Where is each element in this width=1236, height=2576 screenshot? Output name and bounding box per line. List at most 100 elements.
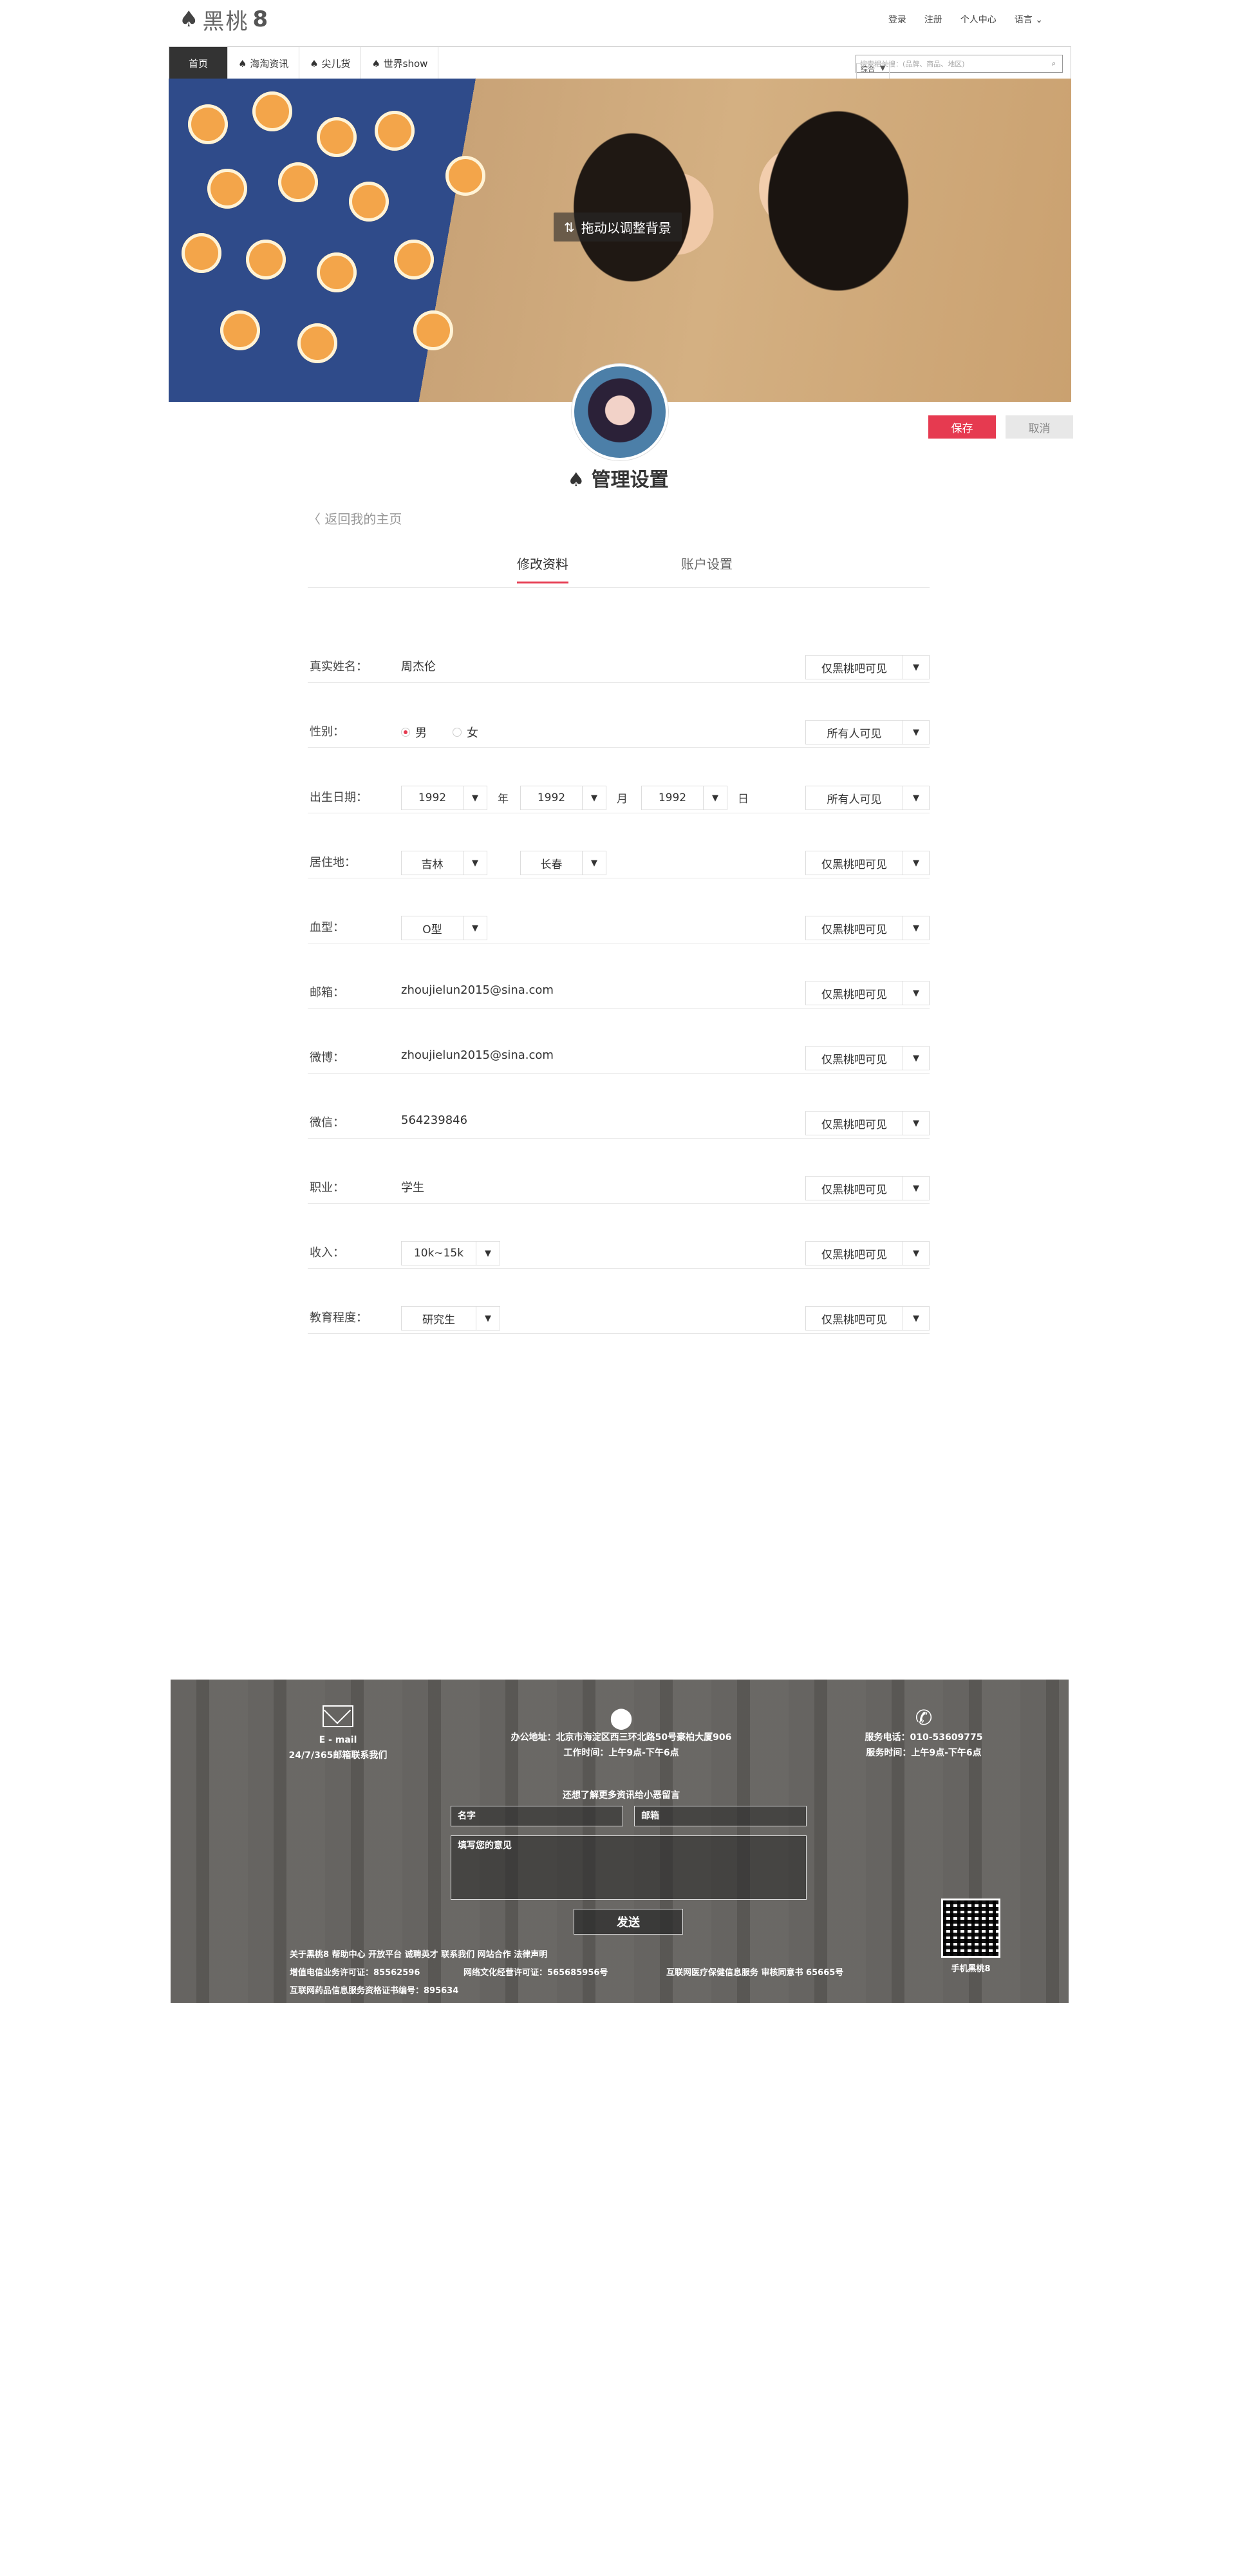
mail-title: E - mail xyxy=(319,1735,357,1745)
birth-year-select[interactable]: 1992 ▼ xyxy=(401,786,487,810)
city-select[interactable]: 长春 ▼ xyxy=(520,851,606,875)
drag-arrows-icon: ⇅ xyxy=(564,219,575,235)
occupation-field[interactable]: 学生 xyxy=(401,1179,424,1195)
register-link[interactable]: 注册 xyxy=(924,13,942,26)
caret-down-icon: ▼ xyxy=(476,1242,500,1265)
app-download-label[interactable]: 手机黑桃8 xyxy=(943,1962,998,1974)
select-value: 1992 xyxy=(537,791,566,804)
login-link[interactable]: 登录 xyxy=(888,13,906,26)
gender-male-radio[interactable]: 男 xyxy=(401,724,427,741)
office-subtitle: 工作时间：上午9点-下午6点 xyxy=(563,1748,679,1758)
caret-down-icon: ▼ xyxy=(903,916,929,940)
birth-month-select[interactable]: 1992 ▼ xyxy=(520,786,606,810)
visibility-select[interactable]: 仅黑桃吧可见 ▼ xyxy=(805,1306,930,1331)
field-label: 邮箱： xyxy=(310,986,344,999)
gender-female-radio[interactable]: 女 xyxy=(453,724,478,741)
field-label: 性别： xyxy=(310,725,344,739)
drag-adjust-hint: ⇅ 拖动以调整背景 xyxy=(554,213,682,242)
visibility-select[interactable]: 仅黑桃吧可见 ▼ xyxy=(805,1176,930,1200)
visibility-select[interactable]: 仅黑桃吧可见 ▼ xyxy=(805,981,930,1005)
office-title: 办公地址：北京市海淀区西三环北路50号豪柏大厦906 xyxy=(510,1732,732,1743)
user-center-link[interactable]: 个人中心 xyxy=(960,13,997,26)
unit-month: 月 xyxy=(617,793,628,806)
wechat-field[interactable]: 564239846 xyxy=(401,1113,467,1127)
visibility-select[interactable]: 仅黑桃吧可见 ▼ xyxy=(805,1046,930,1070)
income-select[interactable]: 10k~15k ▼ xyxy=(401,1241,500,1265)
tab-home[interactable]: 首页 xyxy=(169,47,228,79)
field-label: 收入： xyxy=(310,1246,344,1260)
field-label: 居住地： xyxy=(310,856,356,869)
save-button[interactable]: 保存 xyxy=(928,415,996,439)
email-field[interactable]: zhoujielun2015@sina.com xyxy=(401,983,554,997)
field-label: 出生日期： xyxy=(310,791,368,804)
logo-text: 黑桃 xyxy=(202,8,249,35)
language-select[interactable]: 语言 ⌄ xyxy=(1015,13,1043,26)
footer-name-input[interactable]: 名字 xyxy=(451,1806,623,1826)
visibility-select[interactable]: 所有人可见 ▼ xyxy=(805,720,930,744)
visibility-value: 仅黑桃吧可见 xyxy=(821,1248,887,1262)
page-title-text: 管理设置 xyxy=(591,469,669,491)
name-field[interactable]: 周杰伦 xyxy=(401,658,436,674)
province-select[interactable]: 吉林 ▼ xyxy=(401,851,487,875)
location-pin-icon: ⬤ xyxy=(610,1705,633,1730)
field-label: 微信： xyxy=(310,1116,344,1130)
tab-haitao-news[interactable]: ♠ 海淘资讯 xyxy=(228,47,300,79)
avatar[interactable] xyxy=(572,364,668,460)
tab-world-show[interactable]: ♠ 世界show xyxy=(361,47,439,79)
cancel-button[interactable]: 取消 xyxy=(1006,415,1073,439)
caret-down-icon: ▼ xyxy=(463,916,487,940)
weibo-field[interactable]: zhoujielun2015@sina.com xyxy=(401,1048,554,1062)
unit-day: 日 xyxy=(738,793,749,806)
field-label: 职业： xyxy=(310,1181,344,1195)
visibility-value: 仅黑桃吧可见 xyxy=(821,662,887,676)
select-value: 吉林 xyxy=(421,858,444,871)
mail-subtitle: 24/7/365邮箱联系我们 xyxy=(288,1750,388,1761)
female-label: 女 xyxy=(467,726,478,740)
visibility-select[interactable]: 仅黑桃吧可见 ▼ xyxy=(805,851,930,875)
education-select[interactable]: 研究生 ▼ xyxy=(401,1306,500,1331)
send-button[interactable]: 发送 xyxy=(574,1909,683,1935)
visibility-select[interactable]: 所有人可见 ▼ xyxy=(805,786,930,810)
caret-down-icon: ▼ xyxy=(582,851,606,875)
footer: E - mail 24/7/365邮箱联系我们 ⬤ 办公地址：北京市海淀区西三环… xyxy=(171,1680,1069,2003)
footer-email-input[interactable]: 邮箱 xyxy=(634,1806,807,1826)
select-value: 10k~15k xyxy=(413,1247,464,1260)
message-title: 还想了解更多资讯给小恶留言 xyxy=(563,1790,680,1801)
visibility-select[interactable]: 仅黑桃吧可见 ▼ xyxy=(805,916,930,940)
caret-down-icon: ▼ xyxy=(903,656,929,679)
footer-links[interactable]: 关于黑桃8 帮助中心 开放平台 诚聘英才 联系我们 网站合作 法律声明 xyxy=(290,1947,547,1960)
birth-day-select[interactable]: 1992 ▼ xyxy=(641,786,727,810)
logo-number: 8 xyxy=(252,6,268,32)
top-nav: 登录 注册 个人中心 语言 ⌄ xyxy=(888,13,1043,26)
visibility-value: 仅黑桃吧可见 xyxy=(821,1313,887,1327)
visibility-select[interactable]: 仅黑桃吧可见 ▼ xyxy=(805,1241,930,1265)
qr-code xyxy=(941,1899,1000,1958)
footer-office: ⬤ 办公地址：北京市海淀区西三环北路50号豪柏大厦906 工作时间：上午9点-下… xyxy=(467,1705,776,1761)
visibility-value: 所有人可见 xyxy=(827,793,882,806)
caret-down-icon: ▼ xyxy=(463,851,487,875)
blood-type-select[interactable]: O型 ▼ xyxy=(401,916,487,940)
language-label: 语言 xyxy=(1014,15,1033,25)
search-icon[interactable]: ⌕ xyxy=(1045,59,1062,68)
site-logo[interactable]: ♠ 黑桃 8 xyxy=(179,5,268,35)
visibility-value: 仅黑桃吧可见 xyxy=(821,1118,887,1132)
caret-down-icon: ▼ xyxy=(463,786,487,810)
visibility-value: 仅黑桃吧可见 xyxy=(821,1183,887,1197)
visibility-select[interactable]: 仅黑桃吧可见 ▼ xyxy=(805,1111,930,1135)
row-birth-date: 出生日期： 1992 ▼ 年 1992 ▼ 月 1992 ▼ 日 所有人可见 ▼ xyxy=(308,778,930,813)
icp-license-1: 增值电信业务许可证：85562596 xyxy=(290,1968,420,1978)
tab-account-settings[interactable]: 账户设置 xyxy=(681,554,733,582)
footer-phone: ✆ 服务电话：010-53609775 服务时间：上午9点-下午6点 xyxy=(840,1705,1007,1761)
visibility-select[interactable]: 仅黑桃吧可见 ▼ xyxy=(805,655,930,679)
caret-down-icon: ▼ xyxy=(903,1046,929,1070)
back-link[interactable]: 〈 返回我的主页 xyxy=(308,509,402,527)
tab-edit-profile[interactable]: 修改资料 xyxy=(517,554,568,583)
visibility-value: 所有人可见 xyxy=(827,727,882,741)
mail-icon xyxy=(323,1696,353,1727)
unit-year: 年 xyxy=(498,793,509,806)
page-title: ♠ 管理设置 xyxy=(0,464,1236,492)
tab-top-goods[interactable]: ♠ 尖儿货 xyxy=(299,47,362,79)
row-education: 教育程度： 研究生 ▼ 仅黑桃吧可见 ▼ xyxy=(308,1298,930,1334)
row-occupation: 职业： 学生 仅黑桃吧可见 ▼ xyxy=(308,1168,930,1204)
footer-message-textarea[interactable]: 填写您的意见 xyxy=(451,1835,807,1900)
